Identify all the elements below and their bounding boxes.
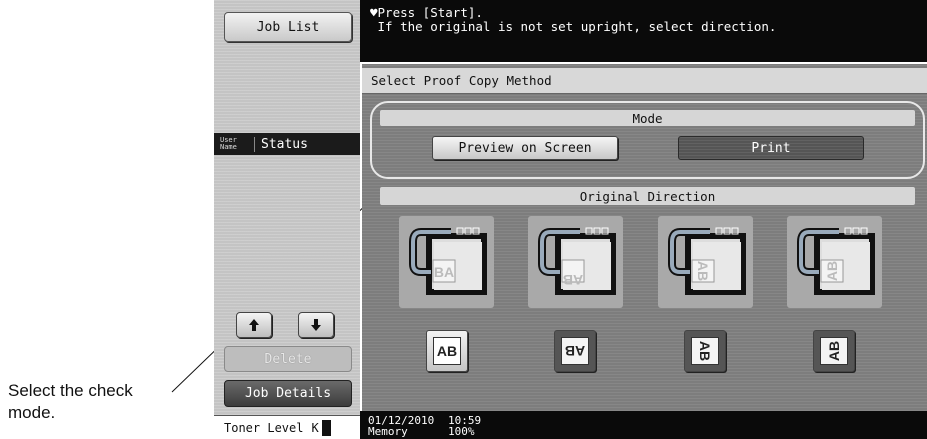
toner-level: Toner Level K [214,415,360,439]
message-line-2: If the original is not set upright, sele… [377,19,777,34]
dialog-title: Select Proof Copy Method [362,68,927,94]
callout-line-1: Select the check [8,381,133,400]
info-icon: ♥ [370,5,378,20]
svg-text:AB: AB [695,261,711,281]
user-name-header: User Name [220,137,254,151]
toner-label: Toner Level [224,420,304,435]
direction-rotated-left-button[interactable]: AB [813,330,855,372]
delete-button[interactable]: Delete [224,346,352,372]
status-bar: 01/12/2010 10:59 Memory 100% [360,411,927,439]
memory-label: Memory [368,425,408,438]
job-details-button[interactable]: Job Details [224,380,352,407]
direction-tile-2: AB [528,216,623,308]
original-direction-illustration-icon: BA [409,227,487,295]
direction-tile-4: AB [787,216,882,308]
direction-rotated-right-label: AB [691,337,719,365]
direction-upright-button[interactable]: AB [426,330,468,372]
arrow-up-icon [249,319,259,331]
direction-inverted-button[interactable]: AB [554,330,596,372]
job-list-button[interactable]: Job List [224,12,352,42]
direction-upright-label: AB [433,337,461,365]
direction-tile-1: BA [399,216,494,308]
message-area: ♥Press [Start]. If the original is not s… [360,0,927,62]
arrow-down-icon [311,319,321,331]
direction-tile-3: AB [658,216,753,308]
direction-inverted-label: AB [561,337,589,365]
callout-text: Select the check mode. [8,380,188,424]
original-direction-header: Original Direction [380,187,915,205]
message-line-1: Press [Start]. [377,5,483,20]
scroll-up-button[interactable] [236,312,272,338]
user-name-line-2: Name [220,143,237,151]
svg-text:AB: AB [563,272,583,288]
original-direction-illustration-icon: AB [668,227,746,295]
mode-header: Mode [380,110,915,126]
callout-line-2: mode. [8,403,56,422]
print-button[interactable]: Print [678,136,864,160]
direction-rotated-left-label: AB [820,337,848,365]
status-header: Status [254,136,308,152]
svg-text:AB: AB [824,261,840,281]
memory-value: 100% [448,425,475,438]
job-list-header: User Name Status [214,133,360,155]
toner-color-label: K [311,420,319,435]
toner-bar [321,419,331,436]
left-panel [214,0,360,439]
direction-rotated-right-button[interactable]: AB [684,330,726,372]
original-direction-illustration-icon: AB [538,227,616,295]
original-direction-illustration-icon: AB [797,227,875,295]
preview-on-screen-button[interactable]: Preview on Screen [432,136,618,160]
svg-text:BA: BA [434,264,454,280]
scroll-down-button[interactable] [298,312,334,338]
